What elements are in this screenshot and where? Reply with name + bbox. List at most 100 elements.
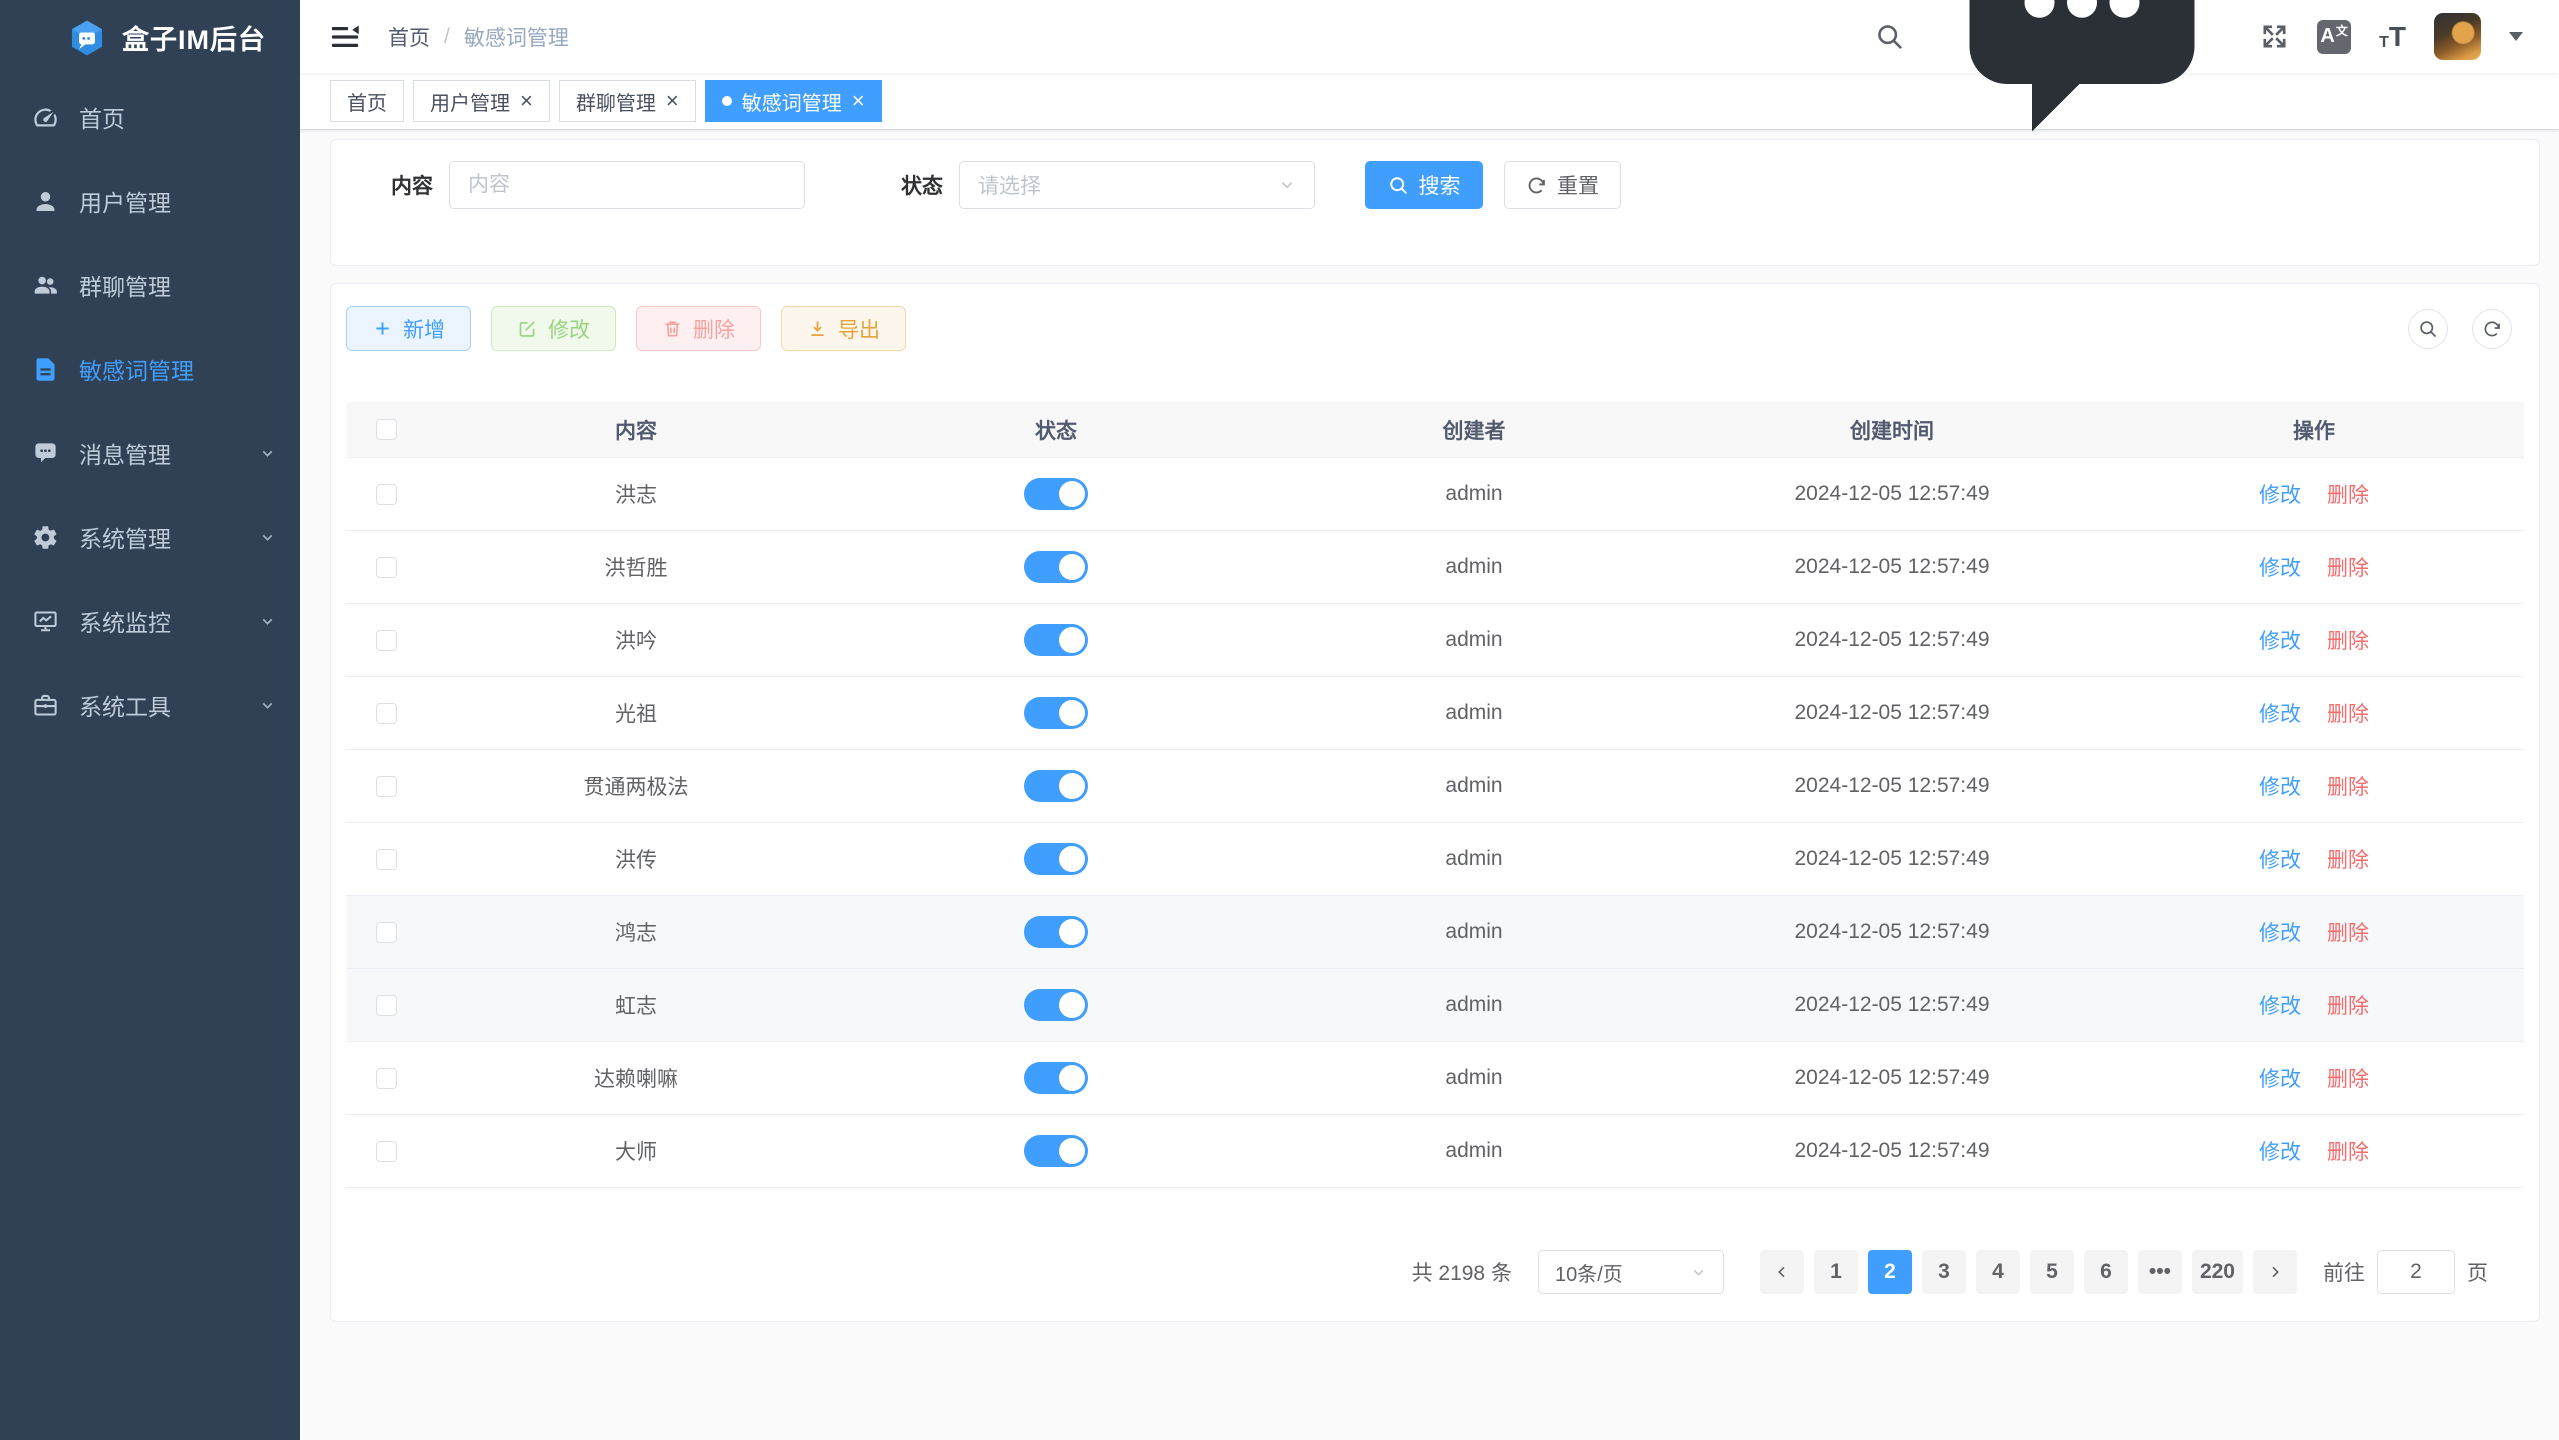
page-button-6[interactable]: 6 bbox=[2084, 1250, 2128, 1294]
sidebar-item-system-settings[interactable]: 系统管理 bbox=[0, 495, 300, 579]
status-toggle[interactable] bbox=[1024, 624, 1088, 656]
page-button-5[interactable]: 5 bbox=[2030, 1250, 2074, 1294]
status-toggle[interactable] bbox=[1024, 478, 1088, 510]
tab-sensitive-words[interactable]: 敏感词管理 bbox=[705, 80, 882, 122]
add-button[interactable]: 新增 bbox=[346, 306, 471, 351]
close-icon[interactable] bbox=[520, 90, 533, 112]
status-toggle[interactable] bbox=[1024, 770, 1088, 802]
page-button-2[interactable]: 2 bbox=[1868, 1250, 1912, 1294]
delete-link[interactable]: 删除 bbox=[2327, 1136, 2369, 1166]
status-toggle[interactable] bbox=[1024, 551, 1088, 583]
sidebar-item-groups[interactable]: 群聊管理 bbox=[0, 243, 300, 327]
status-toggle[interactable] bbox=[1024, 843, 1088, 875]
table-refresh-button[interactable] bbox=[2472, 309, 2512, 349]
delete-link[interactable]: 删除 bbox=[2327, 990, 2369, 1020]
page-button-4[interactable]: 4 bbox=[1976, 1250, 2020, 1294]
page-button-220[interactable]: 220 bbox=[2192, 1250, 2243, 1294]
status-toggle[interactable] bbox=[1024, 1135, 1088, 1167]
row-checkbox[interactable] bbox=[376, 1068, 397, 1089]
edit-link[interactable]: 修改 bbox=[2259, 698, 2301, 728]
row-checkbox[interactable] bbox=[376, 922, 397, 943]
notifications-button[interactable]: 1 bbox=[1932, 0, 2232, 189]
row-checkbox[interactable] bbox=[376, 630, 397, 651]
tab-home[interactable]: 首页 bbox=[330, 80, 404, 122]
export-button[interactable]: 导出 bbox=[781, 306, 906, 351]
breadcrumb-home[interactable]: 首页 bbox=[388, 22, 430, 52]
search-button[interactable]: 搜索 bbox=[1365, 161, 1483, 209]
sidebar-item-messages[interactable]: 消息管理 bbox=[0, 411, 300, 495]
edit-link[interactable]: 修改 bbox=[2259, 625, 2301, 655]
cell-creator: admin bbox=[1266, 555, 1682, 579]
app-logo[interactable]: 盒子IM后台 bbox=[0, 0, 300, 75]
cell-creator: admin bbox=[1266, 482, 1682, 506]
table-search-button[interactable] bbox=[2408, 309, 2448, 349]
delete-link[interactable]: 删除 bbox=[2327, 479, 2369, 509]
cell-created-at: 2024-12-05 12:57:49 bbox=[1682, 1066, 2102, 1090]
page-button-1[interactable]: 1 bbox=[1814, 1250, 1858, 1294]
translate-icon[interactable]: A文 bbox=[2317, 20, 2351, 54]
status-filter-select[interactable]: 请选择 bbox=[959, 161, 1315, 209]
content-filter-input[interactable] bbox=[449, 161, 805, 209]
delete-link[interactable]: 删除 bbox=[2327, 552, 2369, 582]
table-row: 洪哲胜 admin 2024-12-05 12:57:49 修改删除 bbox=[346, 531, 2524, 604]
edit-link[interactable]: 修改 bbox=[2259, 990, 2301, 1020]
edit-link[interactable]: 修改 bbox=[2259, 1063, 2301, 1093]
table-row: 贯通两极法 admin 2024-12-05 12:57:49 修改删除 bbox=[346, 750, 2524, 823]
status-toggle[interactable] bbox=[1024, 1062, 1088, 1094]
sidebar-item-label: 首页 bbox=[79, 100, 125, 134]
status-toggle[interactable] bbox=[1024, 916, 1088, 948]
edit-link[interactable]: 修改 bbox=[2259, 479, 2301, 509]
search-icon[interactable] bbox=[1875, 22, 1904, 51]
delete-link[interactable]: 删除 bbox=[2327, 625, 2369, 655]
delete-link[interactable]: 删除 bbox=[2327, 844, 2369, 874]
chevron-down-icon bbox=[259, 529, 276, 546]
status-toggle[interactable] bbox=[1024, 989, 1088, 1021]
delete-link[interactable]: 删除 bbox=[2327, 771, 2369, 801]
edit-button[interactable]: 修改 bbox=[491, 306, 616, 351]
select-all-checkbox[interactable] bbox=[376, 419, 397, 440]
delete-link[interactable]: 删除 bbox=[2327, 917, 2369, 947]
edit-link[interactable]: 修改 bbox=[2259, 917, 2301, 947]
delete-link[interactable]: 删除 bbox=[2327, 1063, 2369, 1093]
row-checkbox[interactable] bbox=[376, 995, 397, 1016]
status-toggle[interactable] bbox=[1024, 697, 1088, 729]
delete-button[interactable]: 删除 bbox=[636, 306, 761, 351]
next-page-button[interactable] bbox=[2253, 1250, 2297, 1294]
status-select-placeholder: 请选择 bbox=[978, 170, 1041, 200]
row-checkbox[interactable] bbox=[376, 484, 397, 505]
page-size-select[interactable]: 10条/页 bbox=[1538, 1250, 1724, 1294]
reset-button[interactable]: 重置 bbox=[1504, 161, 1621, 209]
tab-group-management[interactable]: 群聊管理 bbox=[559, 80, 696, 122]
table-row: 大师 admin 2024-12-05 12:57:49 修改删除 bbox=[346, 1115, 2524, 1188]
close-icon[interactable] bbox=[666, 90, 679, 112]
row-checkbox[interactable] bbox=[376, 557, 397, 578]
row-checkbox[interactable] bbox=[376, 776, 397, 797]
avatar[interactable] bbox=[2434, 13, 2481, 60]
caret-down-icon[interactable] bbox=[2509, 32, 2523, 41]
delete-link[interactable]: 删除 bbox=[2327, 698, 2369, 728]
font-size-icon[interactable]: TT bbox=[2379, 23, 2406, 51]
prev-page-button[interactable] bbox=[1760, 1250, 1804, 1294]
page-button-3[interactable]: 3 bbox=[1922, 1250, 1966, 1294]
edit-link[interactable]: 修改 bbox=[2259, 771, 2301, 801]
tab-user-management[interactable]: 用户管理 bbox=[413, 80, 550, 122]
edit-link[interactable]: 修改 bbox=[2259, 552, 2301, 582]
sidebar-item-users[interactable]: 用户管理 bbox=[0, 159, 300, 243]
edit-link[interactable]: 修改 bbox=[2259, 1136, 2301, 1166]
sidebar-item-home[interactable]: 首页 bbox=[0, 75, 300, 159]
more-pages-button[interactable]: ••• bbox=[2138, 1250, 2182, 1294]
row-checkbox[interactable] bbox=[376, 1141, 397, 1162]
sidebar-item-system-monitor[interactable]: 系统监控 bbox=[0, 579, 300, 663]
cell-content: 光祖 bbox=[426, 698, 846, 728]
fullscreen-icon[interactable] bbox=[2260, 22, 2289, 51]
sidebar-item-label: 群聊管理 bbox=[79, 268, 171, 302]
close-icon[interactable] bbox=[852, 90, 865, 112]
row-checkbox[interactable] bbox=[376, 849, 397, 870]
sidebar: 盒子IM后台 首页 用户管理 群聊管理 敏感词管理 bbox=[0, 0, 300, 1440]
row-checkbox[interactable] bbox=[376, 703, 397, 724]
edit-link[interactable]: 修改 bbox=[2259, 844, 2301, 874]
goto-page-input[interactable] bbox=[2377, 1250, 2455, 1294]
collapse-sidebar-icon[interactable] bbox=[330, 22, 360, 52]
sidebar-item-sensitive-words[interactable]: 敏感词管理 bbox=[0, 327, 300, 411]
sidebar-item-system-tools[interactable]: 系统工具 bbox=[0, 663, 300, 747]
